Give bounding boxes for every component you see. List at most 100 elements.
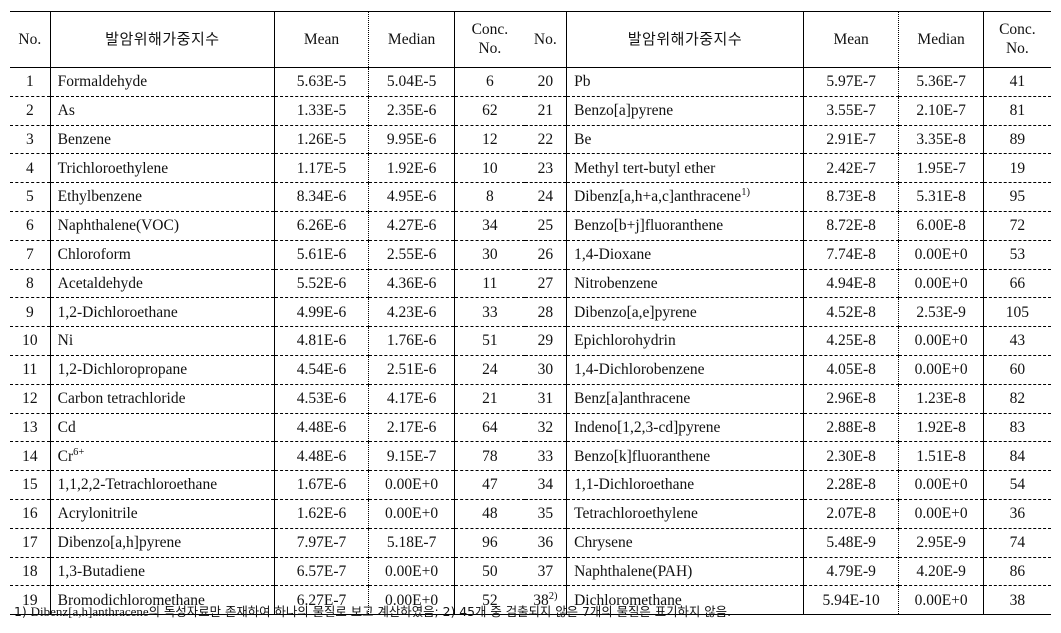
cell-conc-no: 82	[983, 384, 1051, 414]
cell-substance-name: Benzo[b+j]fluoranthene	[566, 211, 804, 241]
cell-no: 36	[524, 528, 568, 558]
cell-median: 0.00E+0	[898, 355, 984, 385]
cell-median: 2.17E-6	[368, 413, 456, 443]
cell-substance-name: 1,1,2,2-Tetrachloroethane	[50, 470, 276, 500]
table-row: 23 Methyl tert-butyl ether 2.42E-7 1.95E-7 1…	[524, 153, 1051, 184]
table-row: 29 Epichlorohydrin 4.25E-8 0.00E+0 43	[524, 326, 1051, 356]
name-superscript: 6+	[73, 446, 85, 458]
cell-conc-no: 66	[983, 269, 1051, 299]
cell-substance-name: Naphthalene(VOC)	[50, 211, 276, 241]
cell-mean: 7.74E-8	[803, 240, 900, 270]
cell-substance-name: Naphthalene(PAH)	[566, 557, 804, 587]
table-row: 13 Cd 4.48E-6 2.17E-6 64	[10, 413, 525, 443]
cell-mean: 1.62E-6	[274, 499, 369, 529]
cell-no: 33	[524, 441, 568, 472]
cell-mean: 5.63E-5	[274, 67, 369, 97]
cell-conc-no: 43	[983, 326, 1051, 356]
header-median: Median	[368, 11, 456, 68]
cell-substance-name: Acetaldehyde	[50, 269, 276, 299]
cell-substance-name: Ni	[50, 326, 276, 356]
table-row: 11 1,2-Dichloropropane 4.54E-6 2.51E-6 24	[10, 355, 525, 385]
footnote-1-compound: Dibenz[a,h]anthracene	[30, 604, 149, 619]
table-row: 10 Ni 4.81E-6 1.76E-6 51	[10, 326, 525, 356]
table-row: 2 As 1.33E-5 2.35E-6 62	[10, 96, 525, 126]
cell-median: 2.53E-9	[898, 297, 984, 328]
table-row: 30 1,4-Dichlorobenzene 4.05E-8 0.00E+0 60	[524, 355, 1051, 385]
cell-no: 1	[10, 67, 51, 97]
cell-substance-name: Chloroform	[50, 240, 276, 270]
cell-mean: 2.28E-8	[803, 470, 900, 500]
right-header-row: No. 발암위해가중지수 Mean Median Conc. No.	[524, 11, 1051, 68]
cell-mean: 4.05E-8	[803, 355, 900, 385]
header-no: No.	[10, 11, 51, 68]
cell-median: 3.35E-8	[898, 125, 984, 155]
right-table-head: No. 발암위해가중지수 Mean Median Conc. No.	[524, 11, 1051, 68]
cell-conc-no: 6	[454, 67, 525, 97]
cell-substance-name: Epichlorohydrin	[566, 326, 804, 356]
cell-conc-no: 62	[454, 96, 525, 126]
cell-median: 0.00E+0	[898, 499, 984, 529]
cell-substance-name: 1,2-Dichloroethane	[50, 297, 276, 328]
table-row: 24 Dibenz[a,h+a,c]anthracene1) 8.73E-8 5.31…	[524, 182, 1051, 212]
cell-conc-no: 34	[454, 211, 525, 241]
cell-substance-name: Formaldehyde	[50, 67, 276, 97]
cell-mean: 6.26E-6	[274, 211, 369, 241]
cell-no: 25	[524, 211, 568, 241]
cell-no: 9	[10, 297, 51, 328]
cell-substance-name: Benz[a]anthracene	[566, 384, 804, 414]
cell-median: 0.00E+0	[368, 499, 456, 529]
cell-median: 2.10E-7	[898, 96, 984, 126]
table-row: 20 Pb 5.97E-7 5.36E-7 41	[524, 67, 1051, 97]
table-row: 22 Be 2.91E-7 3.35E-8 89	[524, 125, 1051, 155]
table-row: 7 Chloroform 5.61E-6 2.55E-6 30	[10, 240, 525, 270]
left-table-container: No. 발암위해가중지수 Mean Median Conc. No. 1 Form…	[10, 0, 525, 616]
cell-conc-no: 10	[454, 153, 525, 184]
cell-conc-no: 83	[983, 413, 1051, 443]
cell-mean: 4.54E-6	[274, 355, 369, 385]
cell-mean: 4.94E-8	[803, 269, 900, 299]
cell-no: 21	[524, 96, 568, 126]
left-header-row: No. 발암위해가중지수 Mean Median Conc. No.	[10, 11, 525, 68]
header-conc-line2: No.	[1005, 39, 1029, 57]
cell-median: 5.18E-7	[368, 528, 456, 558]
cell-substance-name: As	[50, 96, 276, 126]
header-conc-line1: Conc.	[471, 20, 509, 38]
cell-mean: 8.73E-8	[803, 182, 900, 212]
header-conc-line2: No.	[478, 39, 502, 57]
cell-conc-no: 64	[454, 413, 525, 443]
cell-mean: 4.53E-6	[274, 384, 369, 414]
cell-conc-no: 12	[454, 125, 525, 155]
cell-mean: 8.34E-6	[274, 182, 369, 212]
table-row: 15 1,1,2,2-Tetrachloroethane 1.67E-6 0.00E+…	[10, 470, 525, 500]
cell-substance-name: Nitrobenzene	[566, 269, 804, 299]
cell-median: 2.55E-6	[368, 240, 456, 270]
header-mean: Mean	[803, 11, 900, 68]
cell-no: 16	[10, 499, 51, 529]
table-row: 21 Benzo[a]pyrene 3.55E-7 2.10E-7 81	[524, 96, 1051, 126]
table-row: 17 Dibenzo[a,h]pyrene 7.97E-7 5.18E-7 96	[10, 528, 525, 558]
header-name-label: 발암위해가중지수	[627, 29, 743, 48]
cell-median: 1.92E-6	[368, 153, 456, 184]
cell-no: 26	[524, 240, 568, 270]
cell-substance-name: Benzo[a]pyrene	[566, 96, 804, 126]
header-conc-line1: Conc.	[999, 20, 1036, 38]
cell-conc-no: 54	[983, 470, 1051, 500]
cell-substance-name: 1,3-Butadiene	[50, 557, 276, 587]
table-row: 5 Ethylbenzene 8.34E-6 4.95E-6 8	[10, 182, 525, 212]
cell-no: 23	[524, 153, 568, 184]
cell-mean: 2.96E-8	[803, 384, 900, 414]
cell-no: 37	[524, 557, 568, 587]
table-row: 8 Acetaldehyde 5.52E-6 4.36E-6 11	[10, 269, 525, 299]
cell-mean: 4.99E-6	[274, 297, 369, 328]
table-page: No. 발암위해가중지수 Mean Median Conc. No. 1 Form…	[0, 0, 1061, 633]
cell-substance-name: Pb	[566, 67, 804, 97]
footnote-2-marker: 2)	[442, 604, 460, 619]
table-row: 35 Tetrachloroethylene 2.07E-8 0.00E+0 36	[524, 499, 1051, 529]
cell-conc-no: 24	[454, 355, 525, 385]
two-column-table-layout: No. 발암위해가중지수 Mean Median Conc. No. 1 Form…	[0, 0, 1061, 616]
footnote-superscript: 2)	[548, 590, 558, 602]
cell-substance-name: 1,4-Dichlorobenzene	[566, 355, 804, 385]
header-name-label: 발암위해가중지수	[105, 29, 220, 48]
cell-median: 6.00E-8	[898, 211, 984, 241]
footnote-1-text: 의 독성자료만 존재하여 하나의 물질로 보고 계산하였음;	[148, 604, 443, 619]
